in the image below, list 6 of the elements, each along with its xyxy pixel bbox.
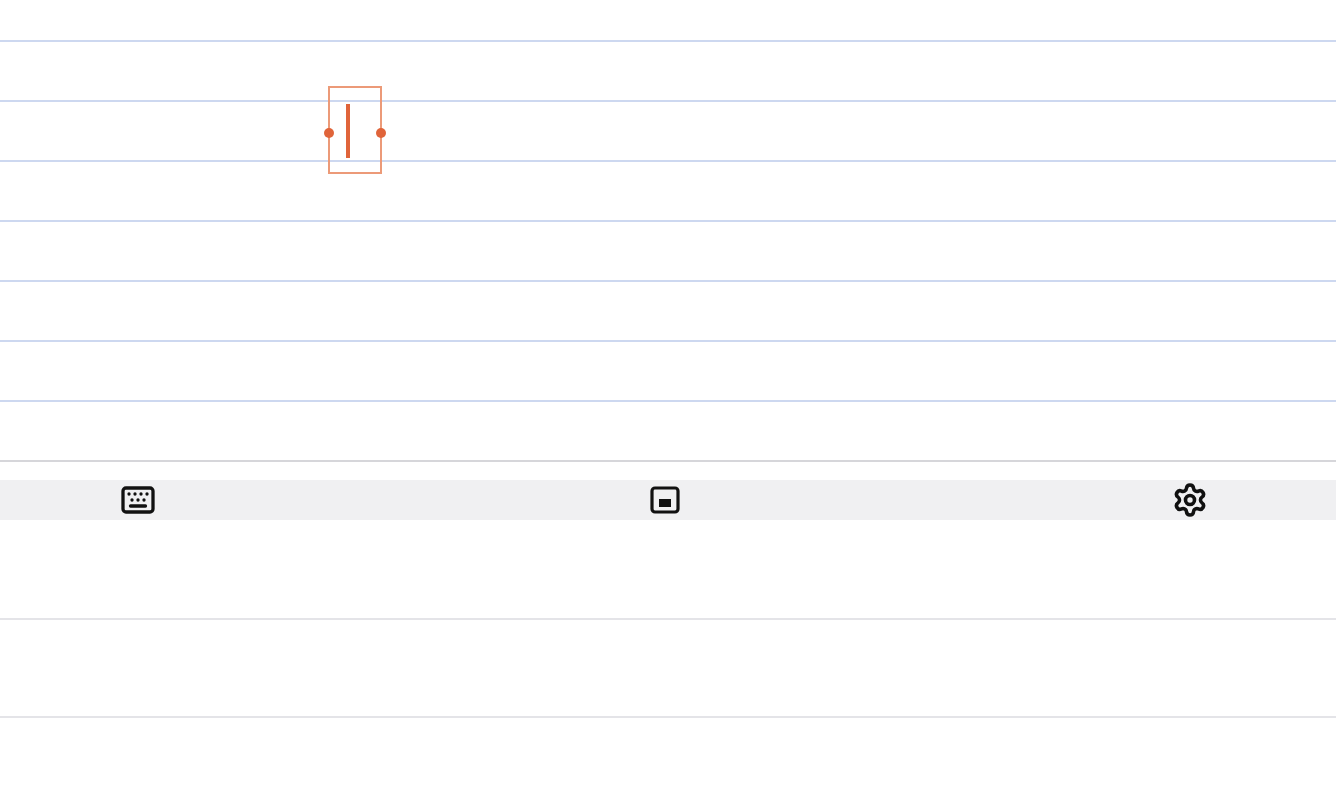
text-cursor xyxy=(346,104,350,158)
settings-button[interactable] xyxy=(1170,480,1210,520)
selection-handle[interactable] xyxy=(324,128,334,138)
window-button[interactable] xyxy=(644,480,684,520)
selection-handle[interactable] xyxy=(376,128,386,138)
keyboard-button[interactable] xyxy=(118,480,158,520)
